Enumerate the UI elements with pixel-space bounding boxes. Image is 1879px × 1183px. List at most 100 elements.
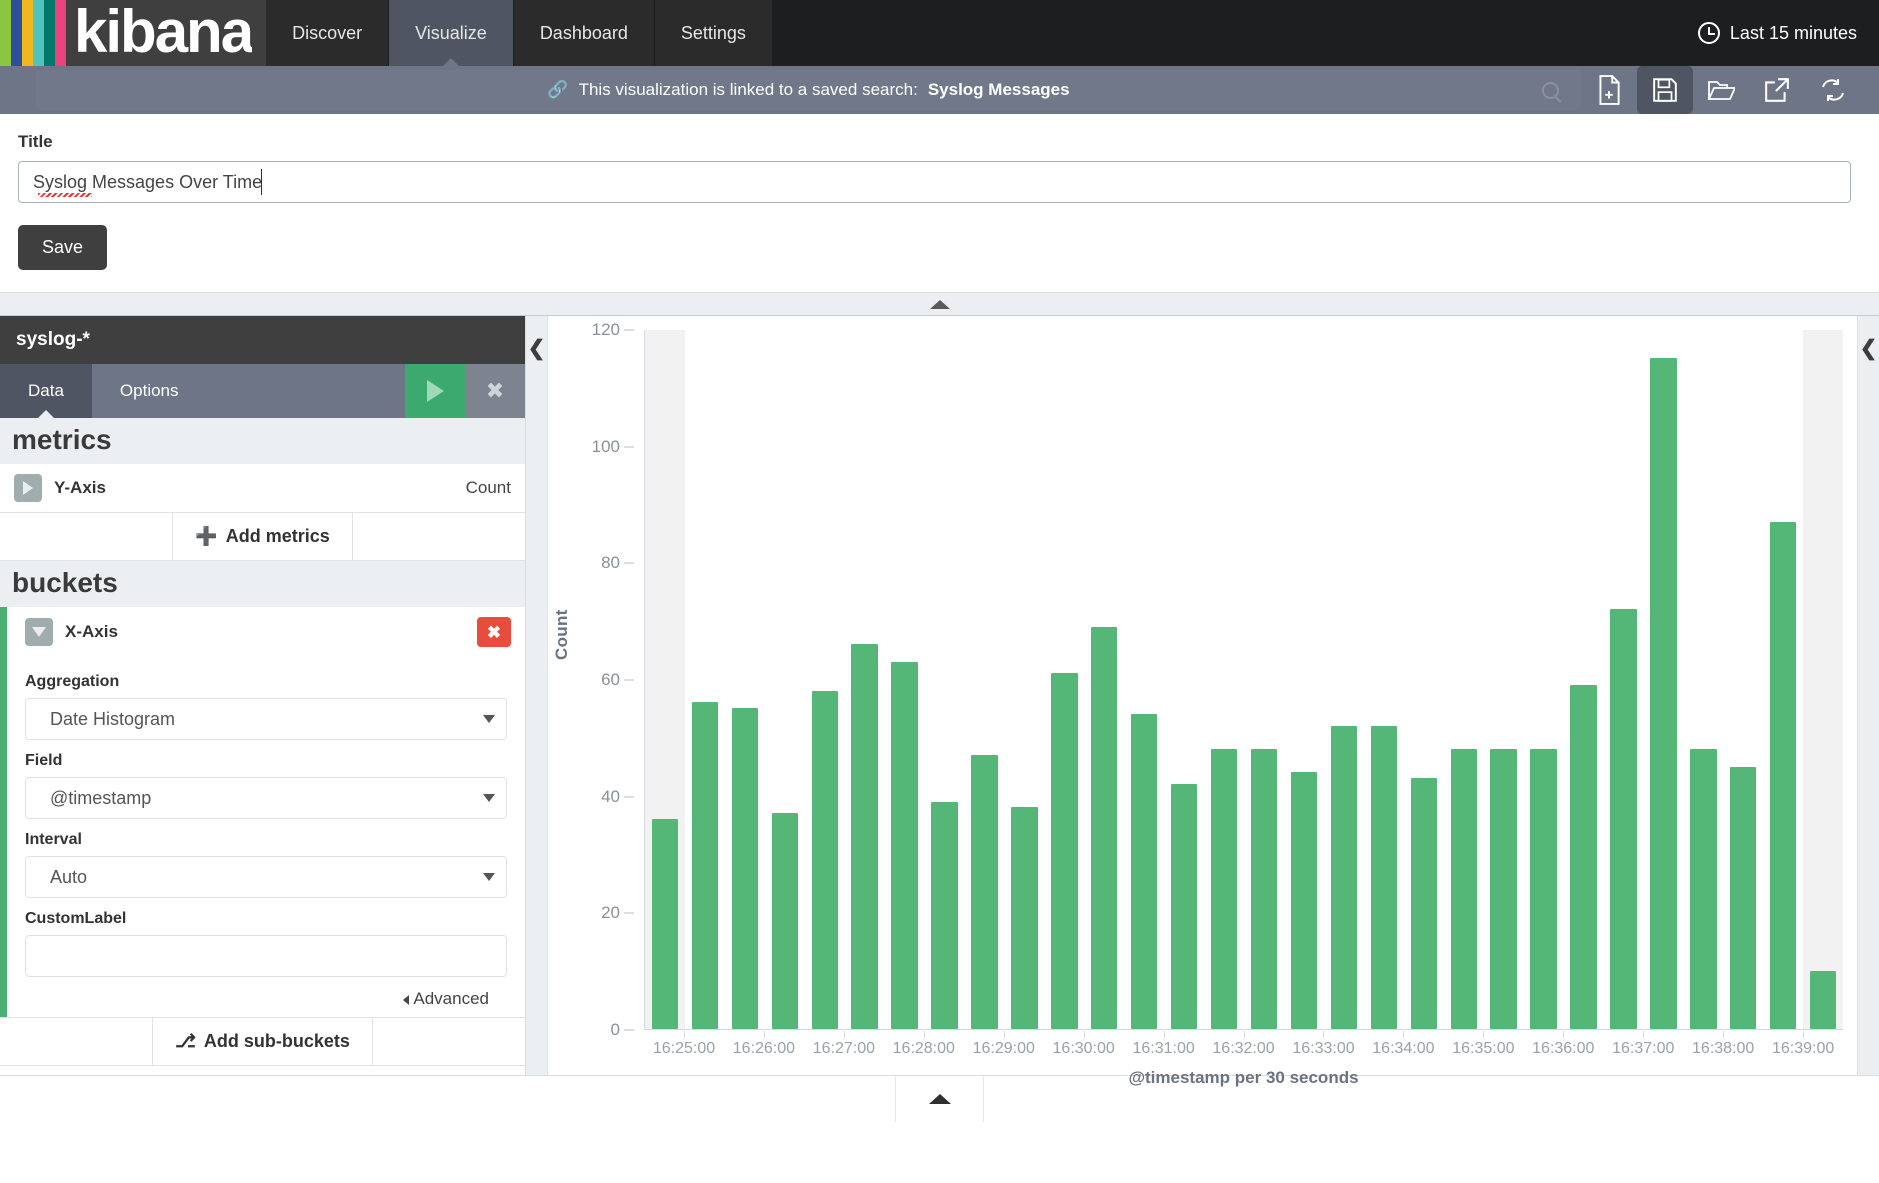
bar-cell[interactable] (1763, 330, 1803, 1029)
bar-cell[interactable] (1164, 330, 1204, 1029)
search-icon[interactable] (1542, 81, 1559, 99)
linked-search-notice[interactable]: 🔗 This visualization is linked to a save… (36, 70, 1581, 110)
bar[interactable] (1370, 725, 1398, 1029)
bar[interactable] (651, 819, 679, 1029)
bar[interactable] (1011, 807, 1038, 1029)
bar-cell[interactable] (1044, 330, 1084, 1029)
bar-cell[interactable] (1324, 330, 1364, 1029)
nav-item-discover[interactable]: Discover (266, 0, 390, 66)
bar[interactable] (1131, 714, 1158, 1029)
field-select[interactable]: @timestamp (25, 777, 507, 819)
add-sub-buckets-label: Add sub-buckets (203, 1031, 350, 1051)
sidebar-body: metrics Y-Axis Count ➕ Add metrics bucke… (0, 418, 525, 1075)
bar-cell[interactable] (1643, 330, 1683, 1029)
discard-changes-button[interactable]: ✖ (465, 364, 525, 418)
bar-cell[interactable] (1084, 330, 1124, 1029)
bar[interactable] (1410, 778, 1437, 1029)
spy-panel-collapse-button[interactable]: ❮ (1857, 316, 1879, 1075)
share-visualization-button[interactable] (1749, 66, 1805, 114)
remove-bucket-button[interactable]: ✖ (477, 617, 511, 647)
bar-cell[interactable] (765, 330, 805, 1029)
bar-cell[interactable] (1604, 330, 1644, 1029)
bucket-row-x-axis[interactable]: X-Axis ✖ (0, 607, 525, 657)
bar-cell[interactable] (1444, 330, 1484, 1029)
save-visualization-button[interactable] (1637, 66, 1693, 114)
bar[interactable] (1210, 749, 1238, 1029)
apply-changes-button[interactable] (405, 364, 465, 418)
x-axis-tick-mark (1723, 1031, 1725, 1038)
tab-options[interactable]: Options (92, 364, 207, 418)
save-button[interactable]: Save (18, 225, 108, 270)
bar[interactable] (1250, 749, 1278, 1029)
bar[interactable] (971, 754, 998, 1029)
open-visualization-button[interactable] (1693, 66, 1749, 114)
bar[interactable] (1051, 673, 1078, 1029)
title-input[interactable] (18, 161, 1851, 203)
bar-cell[interactable] (645, 330, 685, 1029)
nav-item-dashboard[interactable]: Dashboard (513, 0, 655, 66)
bar[interactable] (1570, 684, 1597, 1029)
bar-cell[interactable] (845, 330, 885, 1029)
bar-cell[interactable] (1803, 330, 1844, 1029)
bar[interactable] (851, 644, 878, 1029)
kibana-logo[interactable]: kibana (0, 0, 267, 66)
bar[interactable] (771, 813, 798, 1029)
bar[interactable] (691, 702, 719, 1029)
bar[interactable] (1770, 521, 1797, 1029)
bar-cell[interactable] (1124, 330, 1164, 1029)
bar-cell[interactable] (925, 330, 965, 1029)
bar[interactable] (891, 661, 918, 1029)
bar[interactable] (1690, 749, 1717, 1029)
bar-cell[interactable] (805, 330, 845, 1029)
bar-cell[interactable] (685, 330, 725, 1029)
editor-collapse-toggle[interactable] (0, 292, 1879, 316)
bar[interactable] (931, 801, 958, 1029)
nav-item-visualize[interactable]: Visualize (389, 0, 514, 67)
expand-toggle-icon[interactable] (14, 474, 42, 502)
bar-cell[interactable] (1284, 330, 1324, 1029)
bar-cell[interactable] (1004, 330, 1044, 1029)
bar-cell[interactable] (1484, 330, 1524, 1029)
advanced-toggle[interactable]: Advanced (25, 977, 507, 1017)
add-sub-buckets-button[interactable]: ⎇ Add sub-buckets (153, 1018, 372, 1065)
metric-row-y-axis[interactable]: Y-Axis Count (0, 464, 525, 512)
bar-cell[interactable] (1524, 330, 1564, 1029)
bar-cell[interactable] (1204, 330, 1244, 1029)
bar-cell[interactable] (1244, 330, 1284, 1029)
add-metrics-button[interactable]: ➕ Add metrics (173, 513, 352, 560)
bar-cell[interactable] (1683, 330, 1723, 1029)
bar[interactable] (1610, 609, 1637, 1029)
bar[interactable] (1530, 749, 1557, 1029)
time-picker[interactable]: Last 15 minutes (1697, 0, 1879, 66)
bar-cell[interactable] (1404, 330, 1444, 1029)
bar[interactable] (1450, 749, 1477, 1029)
bar-cell[interactable] (1723, 330, 1763, 1029)
interval-select[interactable]: Auto (25, 856, 507, 898)
bar[interactable] (1650, 358, 1677, 1029)
bar-cell[interactable] (885, 330, 925, 1029)
bar[interactable] (1730, 766, 1757, 1029)
bar[interactable] (1490, 749, 1517, 1029)
bar-cell[interactable] (1564, 330, 1604, 1029)
bar-cell[interactable] (1364, 330, 1404, 1029)
bar[interactable] (1809, 970, 1837, 1029)
sidebar-collapse-button[interactable]: ❮ (526, 316, 548, 1075)
bar[interactable] (731, 708, 759, 1029)
nav-item-settings[interactable]: Settings (654, 0, 773, 66)
bar[interactable] (1170, 784, 1198, 1029)
bar[interactable] (1330, 725, 1358, 1029)
bar[interactable] (1290, 772, 1318, 1029)
tab-data[interactable]: Data (0, 364, 92, 419)
x-axis-tick: 16:32:00 (1212, 1031, 1284, 1061)
refresh-button[interactable] (1805, 66, 1861, 114)
bar-cell[interactable] (725, 330, 765, 1029)
bucket-fields: Aggregation Date Histogram Field @timest… (0, 657, 525, 1017)
collapse-toggle-icon[interactable] (25, 618, 53, 646)
custom-label-input[interactable] (25, 935, 507, 977)
bar-cell[interactable] (965, 330, 1005, 1029)
bar[interactable] (1091, 626, 1118, 1029)
logo-bar (0, 0, 11, 66)
bar[interactable] (811, 690, 838, 1029)
aggregation-select[interactable]: Date Histogram (25, 698, 507, 740)
new-visualization-button[interactable] (1581, 66, 1637, 114)
